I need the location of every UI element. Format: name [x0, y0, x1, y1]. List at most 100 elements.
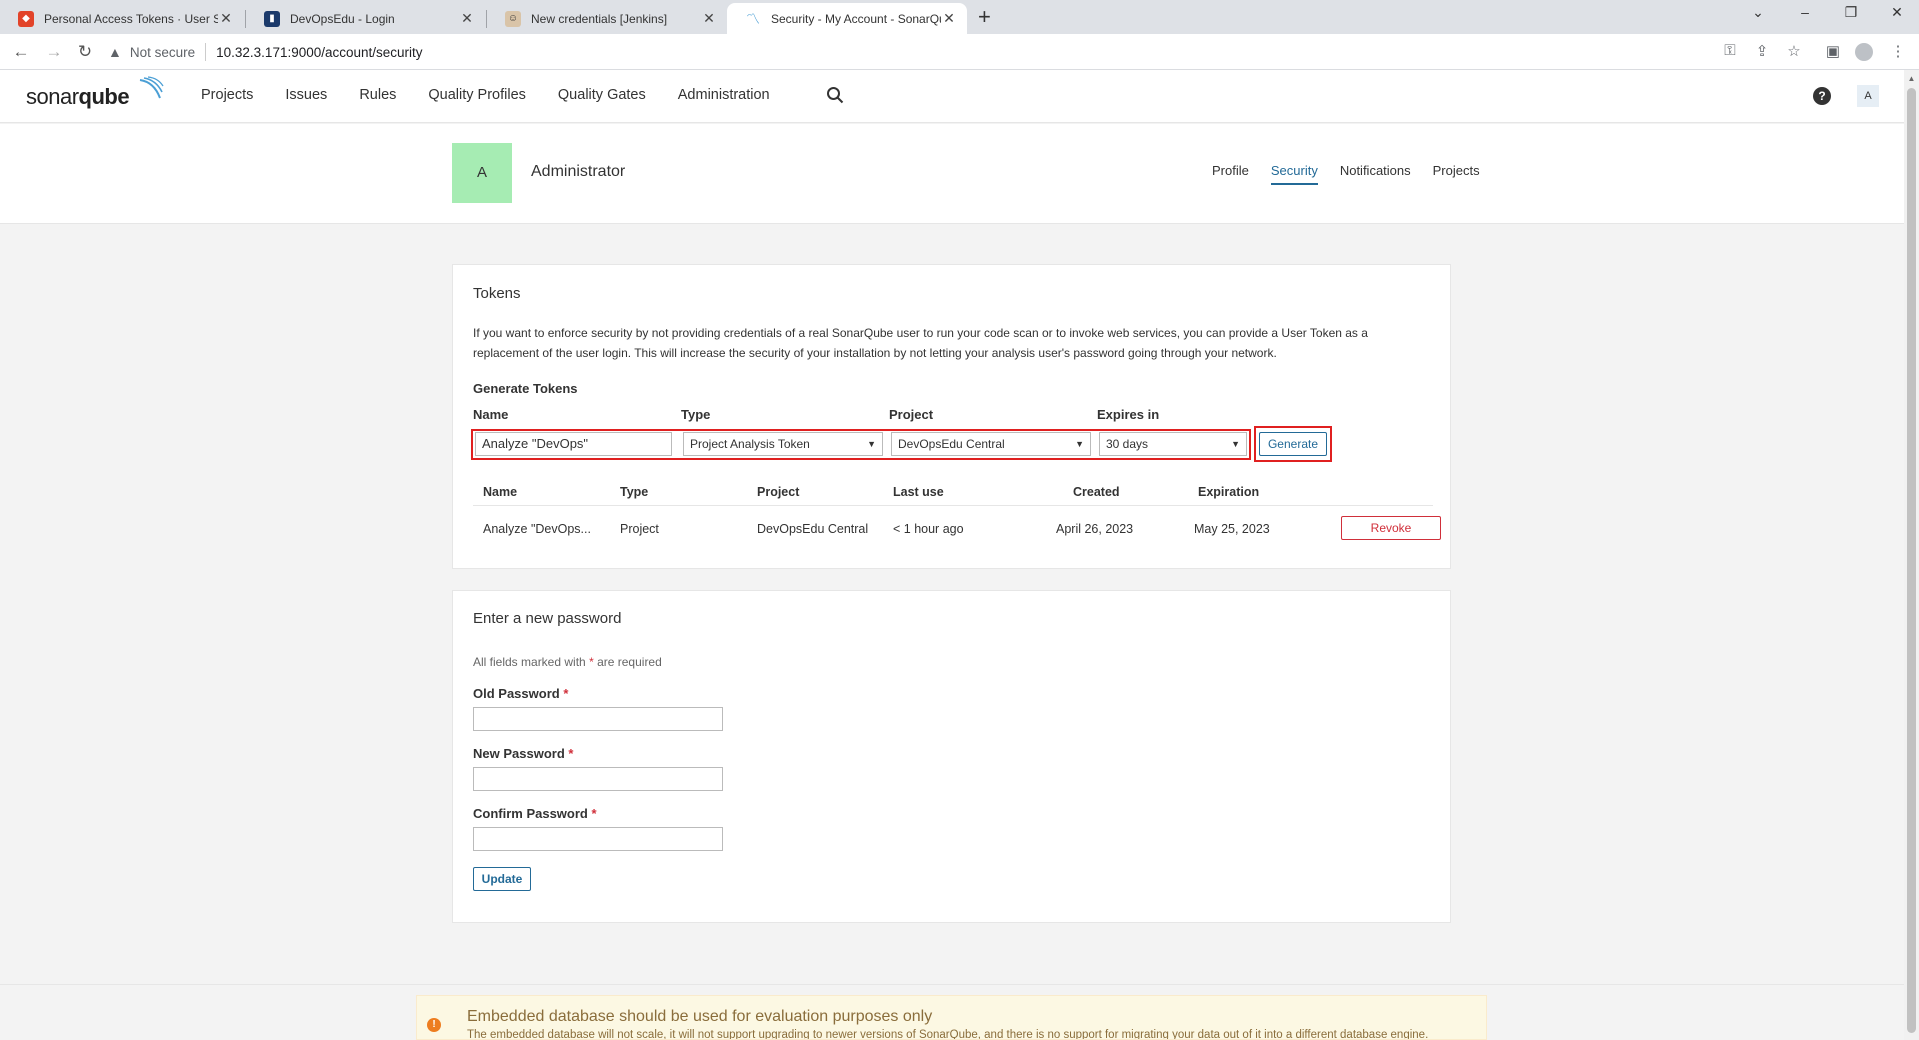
- col-expiration: Expiration: [1198, 485, 1260, 499]
- confirm-password-label-text: Confirm Password: [473, 806, 588, 821]
- help-icon[interactable]: ?: [1813, 87, 1831, 105]
- account-header: A Administrator Profile Security Notific…: [0, 124, 1904, 224]
- type-label: Type: [681, 407, 711, 422]
- row-type: Project: [620, 522, 659, 536]
- row-expiration: May 25, 2023: [1194, 522, 1270, 536]
- embedded-db-warning: ! Embedded database should be used for e…: [416, 995, 1487, 1040]
- row-last-use: < 1 hour ago: [893, 522, 964, 536]
- url-text[interactable]: 10.32.3.171:9000/account/security: [216, 45, 422, 60]
- logo-text-sonar: sonar: [26, 84, 79, 109]
- new-tab-button[interactable]: +: [978, 4, 991, 30]
- project-label: Project: [889, 407, 934, 422]
- row-name: Analyze "DevOps...: [483, 522, 591, 536]
- revoke-button[interactable]: Revoke: [1341, 516, 1441, 540]
- tokens-heading: Tokens: [473, 285, 521, 302]
- logo-text-qube: qube: [78, 84, 130, 109]
- scroll-up-icon[interactable]: ▲: [1904, 74, 1919, 83]
- password-heading: Enter a new password: [473, 610, 622, 627]
- warning-title: Embedded database should be used for eva…: [467, 1008, 933, 1025]
- token-type-value: Project Analysis Token: [690, 437, 810, 451]
- avatar[interactable]: A: [1857, 85, 1879, 107]
- token-name-input[interactable]: Analyze "DevOps": [475, 432, 672, 456]
- minimize-icon[interactable]: –: [1795, 4, 1815, 20]
- tab-profile[interactable]: Profile: [1212, 163, 1249, 185]
- main-nav: Projects Issues Rules Quality Profiles Q…: [201, 87, 802, 103]
- new-password-label: New Password *: [473, 746, 573, 761]
- close-icon[interactable]: ✕: [701, 10, 717, 27]
- gitlab-icon: ◆: [18, 10, 34, 27]
- col-project: Project: [757, 485, 800, 499]
- nav-administration[interactable]: Administration: [678, 87, 770, 103]
- devopsedu-icon: ▮: [264, 10, 280, 27]
- confirm-password-input[interactable]: [473, 827, 723, 851]
- share-icon[interactable]: ⇪: [1752, 42, 1772, 60]
- token-project-value: DevOpsEdu Central: [898, 437, 1005, 451]
- tab-search-icon[interactable]: ⌄: [1748, 4, 1768, 21]
- table-row: Analyze "DevOps... Project DevOpsEdu Cen…: [473, 507, 1441, 549]
- nav-projects[interactable]: Projects: [201, 87, 253, 103]
- browser-tab-devopsedu[interactable]: ▮ DevOpsEdu - Login ✕: [246, 3, 485, 34]
- row-created: April 26, 2023: [1056, 522, 1134, 536]
- browser-tab-jenkins[interactable]: ☺ New credentials [Jenkins] ✕: [487, 3, 727, 34]
- token-type-select[interactable]: Project Analysis Token ▼: [683, 432, 883, 456]
- old-password-label-text: Old Password: [473, 686, 560, 701]
- generate-button[interactable]: Generate: [1259, 432, 1327, 456]
- tokens-table-header: Name Type Project Last use Created Expir…: [473, 480, 1433, 506]
- jenkins-icon: ☺: [505, 10, 521, 27]
- forward-icon[interactable]: →: [43, 42, 65, 62]
- note-suffix: are required: [597, 655, 662, 669]
- warning-icon: !: [427, 1018, 441, 1032]
- tab-projects[interactable]: Projects: [1433, 163, 1480, 185]
- footer-divider: [0, 984, 1904, 985]
- divider: [205, 43, 207, 61]
- sonarqube-icon: 〽: [746, 10, 760, 27]
- profile-icon[interactable]: [1855, 43, 1873, 61]
- account-avatar: A: [452, 143, 512, 203]
- row-project: DevOpsEdu Central: [757, 522, 869, 536]
- back-icon[interactable]: ←: [10, 42, 32, 62]
- browser-toolbar: ← → ↻ ▲ Not secure 10.32.3.171:9000/acco…: [0, 34, 1919, 70]
- update-button[interactable]: Update: [473, 867, 531, 891]
- search-icon[interactable]: [826, 86, 844, 104]
- not-secure-label: Not secure: [129, 44, 196, 60]
- nav-issues[interactable]: Issues: [285, 87, 327, 103]
- tab-security[interactable]: Security: [1270, 163, 1318, 185]
- nav-quality-gates[interactable]: Quality Gates: [558, 87, 646, 103]
- warning-text: The embedded database will not scale, it…: [467, 1029, 1429, 1040]
- browser-tab-sonarqube[interactable]: 〽 Security - My Account - SonarQu ✕: [727, 3, 967, 34]
- bookmark-star-icon[interactable]: ☆: [1784, 42, 1804, 60]
- col-last-use: Last use: [893, 485, 944, 499]
- sonarqube-header: sonarqube Projects Issues Rules Quality …: [0, 70, 1904, 123]
- close-icon[interactable]: ✕: [941, 10, 957, 27]
- caret-down-icon: ▼: [1231, 439, 1240, 449]
- nav-rules[interactable]: Rules: [359, 87, 396, 103]
- token-expires-select[interactable]: 30 days ▼: [1099, 432, 1247, 456]
- tab-title: New credentials [Jenkins]: [531, 11, 668, 26]
- nav-quality-profiles[interactable]: Quality Profiles: [428, 87, 526, 103]
- old-password-label: Old Password *: [473, 686, 568, 701]
- tokens-description: If you want to enforce security by not p…: [473, 326, 1368, 360]
- token-project-select[interactable]: DevOpsEdu Central ▼: [891, 432, 1091, 456]
- side-panel-icon[interactable]: ▣: [1823, 42, 1843, 60]
- close-icon[interactable]: ✕: [459, 10, 475, 27]
- sonarqube-logo[interactable]: sonarqube: [26, 76, 164, 110]
- browser-tab-gitlab[interactable]: ◆ Personal Access Tokens · User Se ✕: [0, 3, 244, 34]
- key-icon[interactable]: ⚿: [1720, 42, 1740, 59]
- reload-icon[interactable]: ↻: [74, 42, 96, 62]
- tokens-panel: Tokens If you want to enforce security b…: [452, 264, 1451, 569]
- scrollbar-thumb[interactable]: [1907, 88, 1916, 1033]
- close-window-icon[interactable]: ✕: [1887, 4, 1907, 21]
- vertical-scrollbar[interactable]: ▲: [1904, 70, 1919, 1040]
- old-password-input[interactable]: [473, 707, 723, 731]
- col-name: Name: [483, 485, 518, 499]
- tab-notifications[interactable]: Notifications: [1340, 163, 1411, 185]
- caret-down-icon: ▼: [867, 439, 876, 449]
- address-bar[interactable]: ▲ Not secure 10.32.3.171:9000/account/se…: [108, 38, 1808, 66]
- confirm-password-label: Confirm Password *: [473, 806, 597, 821]
- required-star: *: [591, 806, 597, 821]
- new-password-input[interactable]: [473, 767, 723, 791]
- menu-icon[interactable]: ⋮: [1888, 42, 1908, 60]
- close-icon[interactable]: ✕: [218, 10, 234, 27]
- restore-icon[interactable]: ❐: [1841, 4, 1861, 21]
- required-star: *: [589, 655, 594, 669]
